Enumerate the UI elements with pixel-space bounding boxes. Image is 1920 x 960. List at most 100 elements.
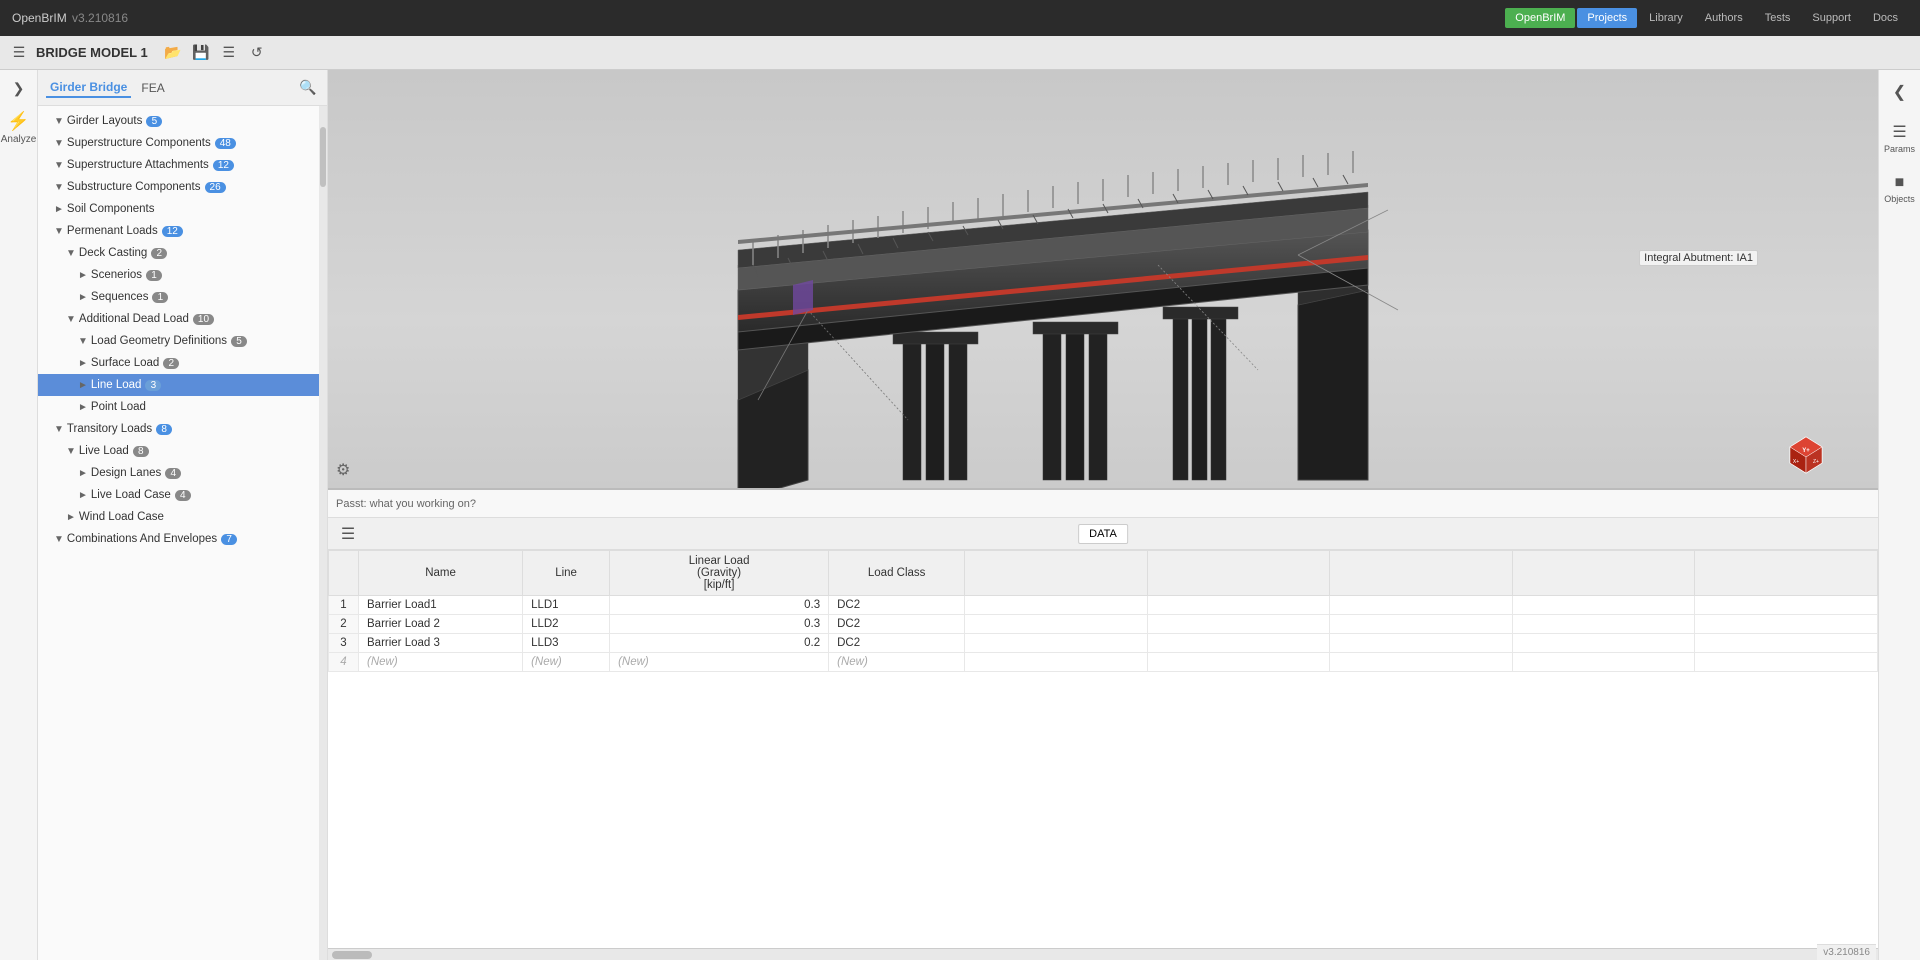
settings-gear-icon[interactable]: ⚙ xyxy=(336,460,350,480)
tree-search-icon[interactable]: 🔍 xyxy=(297,77,319,99)
tree-item-point-load[interactable]: ► Point Load xyxy=(38,396,327,418)
tree-item-soil-components[interactable]: ► Soil Components xyxy=(38,198,327,220)
tree-item-live-load-case[interactable]: ► Live Load Case 4 xyxy=(38,484,327,506)
library-nav-btn[interactable]: Library xyxy=(1639,8,1693,28)
horizontal-scrollbar[interactable] xyxy=(328,948,1878,960)
row-class[interactable]: DC2 xyxy=(829,615,965,634)
bridge-3d-view xyxy=(708,110,1458,490)
row-name-new[interactable]: (New) xyxy=(359,653,523,672)
app-title: OpenBrIM v3.210816 xyxy=(12,11,128,25)
tree-item-scenerios[interactable]: ► Scenerios 1 xyxy=(38,264,327,286)
expand-icon: ▼ xyxy=(66,314,76,325)
table-row-new[interactable]: 4 (New) (New) (New) (New) xyxy=(329,653,1878,672)
row-line-new[interactable]: (New) xyxy=(523,653,610,672)
docs-nav-btn[interactable]: Docs xyxy=(1863,8,1908,28)
expand-icon: ► xyxy=(78,402,88,413)
expand-icon: ► xyxy=(78,380,88,391)
table-row[interactable]: 2 Barrier Load 2 LLD2 0.3 DC2 xyxy=(329,615,1878,634)
row-line[interactable]: LLD3 xyxy=(523,634,610,653)
expand-icon: ▼ xyxy=(66,248,76,259)
tree-header: Girder Bridge FEA 🔍 xyxy=(38,70,327,106)
save-icon[interactable]: 💾 xyxy=(190,42,212,64)
tree-panel: Girder Bridge FEA 🔍 ▼ Girder Layouts 5 ▼… xyxy=(38,70,328,960)
tree-item-deck-casting[interactable]: ▼ Deck Casting 2 xyxy=(38,242,327,264)
tree-item-sequences[interactable]: ► Sequences 1 xyxy=(38,286,327,308)
data-menu-icon[interactable]: ☰ xyxy=(336,522,360,546)
data-tab-button[interactable]: DATA xyxy=(1078,524,1128,544)
row-class-new[interactable]: (New) xyxy=(829,653,965,672)
row-name[interactable]: Barrier Load 3 xyxy=(359,634,523,653)
col-empty3 xyxy=(1330,551,1513,596)
authors-nav-btn[interactable]: Authors xyxy=(1695,8,1753,28)
data-table-area[interactable]: Name Line Linear Load(Gravity)[kip/ft] L… xyxy=(328,550,1878,948)
projects-nav-btn[interactable]: Projects xyxy=(1577,8,1637,28)
col-linear-load: Linear Load(Gravity)[kip/ft] xyxy=(610,551,829,596)
model-title: BRIDGE MODEL 1 xyxy=(36,45,148,60)
expand-icon: ► xyxy=(78,292,88,303)
tree-item-transitory-loads[interactable]: ▼ Transitory Loads 8 xyxy=(38,418,327,440)
row-class[interactable]: DC2 xyxy=(829,634,965,653)
objects-button[interactable]: ■ Objects xyxy=(1881,170,1919,208)
row-load-new[interactable]: (New) xyxy=(610,653,829,672)
tree-item-line-load[interactable]: ► Line Load 3 xyxy=(38,374,327,396)
svg-text:X+: X+ xyxy=(1793,459,1799,465)
tree-item-substructure-components[interactable]: ▼ Substructure Components 26 xyxy=(38,176,327,198)
expand-icon: ▼ xyxy=(66,446,76,457)
open-file-icon[interactable]: 📂 xyxy=(162,42,184,64)
support-nav-btn[interactable]: Support xyxy=(1802,8,1861,28)
row-load[interactable]: 0.3 xyxy=(610,596,829,615)
row-line[interactable]: LLD1 xyxy=(523,596,610,615)
tree-scrollbar[interactable] xyxy=(319,106,327,960)
row-load[interactable]: 0.3 xyxy=(610,615,829,634)
tree-item-permenant-loads[interactable]: ▼ Permenant Loads 12 xyxy=(38,220,327,242)
hamburger-icon[interactable]: ☰ xyxy=(8,42,30,64)
table-row[interactable]: 1 Barrier Load1 LLD1 0.3 DC2 xyxy=(329,596,1878,615)
tree-item-design-lanes[interactable]: ► Design Lanes 4 xyxy=(38,462,327,484)
tree-item-superstructure-components[interactable]: ▼ Superstructure Components 48 xyxy=(38,132,327,154)
expand-icon: ▼ xyxy=(54,226,64,237)
scrollbar-thumb[interactable] xyxy=(332,951,372,959)
expand-icon: ► xyxy=(78,490,88,501)
expand-right-button[interactable]: ❮ xyxy=(1881,78,1919,106)
row-load[interactable]: 0.2 xyxy=(610,634,829,653)
row-num: 3 xyxy=(329,634,359,653)
tree-item-load-geometry-definitions[interactable]: ▼ Load Geometry Definitions 5 xyxy=(38,330,327,352)
3d-view-cube[interactable]: Y+ X+ Z+ xyxy=(1784,433,1828,480)
row-name[interactable]: Barrier Load1 xyxy=(359,596,523,615)
expand-icon: ▼ xyxy=(54,138,64,149)
objects-label: Objects xyxy=(1884,194,1915,204)
data-table: Name Line Linear Load(Gravity)[kip/ft] L… xyxy=(328,550,1878,672)
tests-nav-btn[interactable]: Tests xyxy=(1755,8,1801,28)
col-line: Line xyxy=(523,551,610,596)
tree-item-superstructure-attachments[interactable]: ▼ Superstructure Attachments 12 xyxy=(38,154,327,176)
expand-icon: ► xyxy=(66,512,76,523)
toolbar2: ☰ BRIDGE MODEL 1 📂 💾 ☰ ↺ xyxy=(0,36,1920,70)
chat-bar: Passt: what you working on? xyxy=(328,490,1878,518)
analyze-button[interactable]: ⚡ Analyze xyxy=(4,104,34,152)
tree-item-girder-layouts[interactable]: ▼ Girder Layouts 5 xyxy=(38,110,327,132)
params-button[interactable]: ☰ Params xyxy=(1881,118,1919,158)
tab-girder-bridge[interactable]: Girder Bridge xyxy=(46,78,131,98)
openbrim-nav-btn[interactable]: OpenBrIM xyxy=(1505,8,1575,28)
col-empty4 xyxy=(1512,551,1695,596)
tab-fea[interactable]: FEA xyxy=(137,79,168,97)
tree-scroll[interactable]: ▼ Girder Layouts 5 ▼ Superstructure Comp… xyxy=(38,106,327,960)
tree-item-live-load[interactable]: ▼ Live Load 8 xyxy=(38,440,327,462)
collapse-arrow-icon[interactable]: ❯ xyxy=(4,76,34,100)
tree-item-wind-load-case[interactable]: ► Wind Load Case xyxy=(38,506,327,528)
row-class[interactable]: DC2 xyxy=(829,596,965,615)
tree-item-surface-load[interactable]: ► Surface Load 2 xyxy=(38,352,327,374)
tree-scroll-thumb[interactable] xyxy=(320,127,326,187)
objects-icon: ■ xyxy=(1895,174,1905,192)
undo-icon[interactable]: ↺ xyxy=(246,42,268,64)
col-empty5 xyxy=(1695,551,1878,596)
col-empty1 xyxy=(965,551,1148,596)
tree-item-combinations-envelopes[interactable]: ▼ Combinations And Envelopes 7 xyxy=(38,528,327,550)
table-row[interactable]: 3 Barrier Load 3 LLD3 0.2 DC2 xyxy=(329,634,1878,653)
params-label: Params xyxy=(1884,144,1915,154)
expand-icon: ▼ xyxy=(54,116,64,127)
list-icon[interactable]: ☰ xyxy=(218,42,240,64)
row-name[interactable]: Barrier Load 2 xyxy=(359,615,523,634)
tree-item-additional-dead-load[interactable]: ▼ Additional Dead Load 10 xyxy=(38,308,327,330)
row-line[interactable]: LLD2 xyxy=(523,615,610,634)
